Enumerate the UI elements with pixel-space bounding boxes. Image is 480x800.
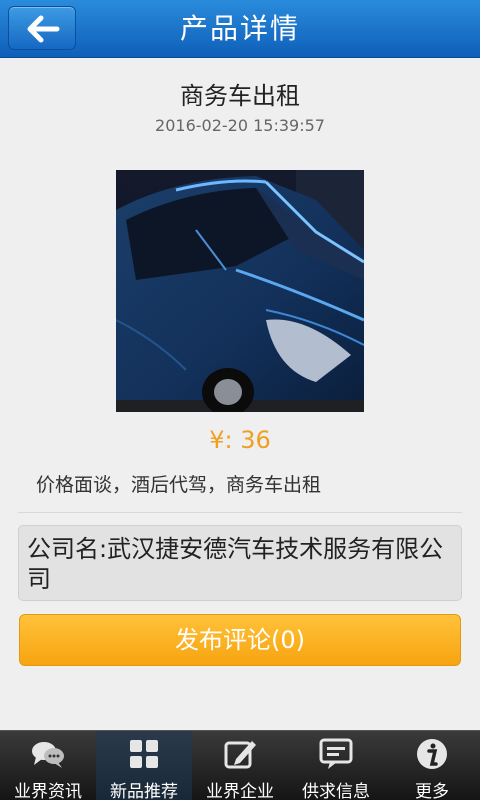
product-description: 价格面谈，酒后代驾，商务车出租 bbox=[36, 474, 322, 496]
product-detail: 商务车出租 2016-02-20 15:39:57 ¥: 36 价格面谈，酒后代… bbox=[0, 58, 480, 730]
tab-label: 供求信息 bbox=[302, 782, 370, 800]
tab-label: 业界资讯 bbox=[14, 782, 82, 800]
tab-more[interactable]: 更多 bbox=[384, 731, 480, 800]
top-bar: 产品详情 bbox=[0, 0, 480, 58]
tab-label: 业界企业 bbox=[206, 782, 274, 800]
tab-supply-demand[interactable]: 供求信息 bbox=[288, 731, 384, 800]
tab-label: 更多 bbox=[415, 782, 449, 800]
info-icon bbox=[417, 739, 447, 769]
divider bbox=[18, 512, 462, 513]
product-date: 2016-02-20 15:39:57 bbox=[155, 116, 325, 135]
tab-industry-news[interactable]: 业界资讯 bbox=[0, 731, 96, 800]
page-title: 产品详情 bbox=[179, 12, 300, 45]
chat-bubbles-icon bbox=[32, 742, 64, 768]
tab-industry-companies[interactable]: 业界企业 bbox=[192, 731, 288, 800]
post-comment-button[interactable]: 发布评论(0) bbox=[19, 614, 461, 666]
tab-label: 新品推荐 bbox=[110, 782, 178, 800]
edit-icon bbox=[224, 741, 256, 769]
product-price: ¥: 36 bbox=[209, 426, 271, 454]
product-title: 商务车出租 bbox=[180, 82, 300, 110]
product-image bbox=[116, 170, 364, 412]
tab-new-products[interactable]: 新品推荐 bbox=[96, 731, 192, 800]
message-icon bbox=[319, 738, 353, 769]
grid-icon bbox=[130, 740, 158, 768]
bottom-tab-bar: 业界资讯 新品推荐 业界企业 供求信息 更多 bbox=[0, 730, 480, 800]
company-name: 公司名:武汉捷安德汽车技术服务有限公司 bbox=[27, 535, 444, 593]
company-box: 公司名:武汉捷安德汽车技术服务有限公司 bbox=[18, 525, 462, 601]
